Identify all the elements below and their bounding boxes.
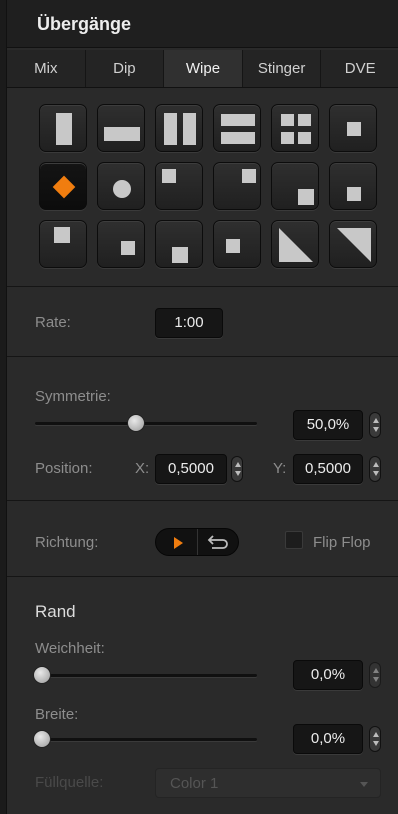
- tab-wipe[interactable]: Wipe: [164, 50, 243, 87]
- fill-source-select[interactable]: Color 1: [155, 768, 381, 798]
- pattern-diagonal-left[interactable]: [271, 220, 319, 268]
- divider: [7, 576, 398, 577]
- symmetry-slider[interactable]: [35, 422, 257, 425]
- position-y-label: Y:: [273, 460, 287, 477]
- diamond-icon: [52, 175, 76, 199]
- border-heading: Rand: [35, 602, 76, 621]
- softness-field[interactable]: 0,0%: [293, 660, 363, 690]
- symmetry-label: Symmetrie:: [35, 388, 111, 405]
- position-label: Position:: [35, 460, 93, 477]
- width-label: Breite:: [35, 706, 79, 723]
- softness-slider[interactable]: [35, 674, 257, 677]
- fill-source-label: Füllquelle:: [35, 774, 104, 791]
- pattern-four-box[interactable]: [271, 104, 319, 152]
- width-slider-knob[interactable]: [33, 730, 51, 748]
- rate-label: Rate:: [35, 314, 71, 331]
- pattern-center-box-low[interactable]: [97, 220, 145, 268]
- play-icon: [174, 537, 183, 549]
- position-y-stepper[interactable]: [369, 456, 381, 482]
- divider: [7, 356, 398, 357]
- direction-toggle[interactable]: [155, 528, 239, 556]
- pattern-center-right-box[interactable]: [213, 220, 261, 268]
- position-x-label: X:: [135, 460, 150, 477]
- pattern-bottom-center-box[interactable]: [155, 220, 203, 268]
- loop-arrow-icon: [207, 535, 228, 549]
- direction-normal-button[interactable]: [156, 529, 198, 555]
- pattern-bottom-right-box[interactable]: [271, 162, 319, 210]
- direction-label: Richtung:: [35, 534, 99, 551]
- pattern-top-right-box[interactable]: [213, 162, 261, 210]
- softness-slider-knob[interactable]: [33, 666, 51, 684]
- tab-dve[interactable]: DVE: [321, 50, 398, 87]
- pattern-center-box[interactable]: [329, 104, 377, 152]
- transition-tabs: Mix Dip Wipe Stinger DVE: [7, 50, 398, 88]
- tab-dip[interactable]: Dip: [86, 50, 165, 87]
- divider: [7, 500, 398, 501]
- softness-stepper[interactable]: [369, 662, 381, 688]
- pattern-left-box-top[interactable]: [39, 220, 87, 268]
- width-stepper[interactable]: [369, 726, 381, 752]
- fill-source-value: Color 1: [170, 775, 219, 792]
- pattern-horizontal-split[interactable]: [213, 104, 261, 152]
- tab-stinger[interactable]: Stinger: [243, 50, 322, 87]
- pattern-vertical-split[interactable]: [155, 104, 203, 152]
- chevron-down-icon: [360, 782, 368, 787]
- diagonal-wipe-icon: [279, 228, 313, 262]
- panel-title: Übergänge: [37, 14, 132, 34]
- pattern-right-box[interactable]: [329, 162, 377, 210]
- width-slider[interactable]: [35, 738, 257, 741]
- divider: [7, 286, 398, 287]
- pattern-circle[interactable]: [97, 162, 145, 210]
- symmetry-stepper[interactable]: [369, 412, 381, 438]
- rate-field[interactable]: 1:00: [155, 308, 223, 338]
- panel-header: Übergänge: [7, 0, 398, 48]
- direction-reverse-button[interactable]: [198, 529, 239, 555]
- diagonal-wipe-icon: [337, 228, 371, 262]
- tab-mix[interactable]: Mix: [7, 50, 86, 87]
- position-y-field[interactable]: 0,5000: [293, 454, 363, 484]
- pattern-top-left-box[interactable]: [155, 162, 203, 210]
- symmetry-field[interactable]: 50,0%: [293, 410, 363, 440]
- flipflop-label: Flip Flop: [313, 534, 371, 551]
- flipflop-checkbox[interactable]: [285, 531, 303, 549]
- pattern-diagonal-right[interactable]: [329, 220, 377, 268]
- pattern-horizontal-bar[interactable]: [97, 104, 145, 152]
- position-x-stepper[interactable]: [231, 456, 243, 482]
- symmetry-slider-knob[interactable]: [127, 414, 145, 432]
- pattern-diamond[interactable]: [39, 162, 87, 210]
- pattern-vertical-bar[interactable]: [39, 104, 87, 152]
- width-field[interactable]: 0,0%: [293, 724, 363, 754]
- softness-label: Weichheit:: [35, 640, 105, 657]
- position-x-field[interactable]: 0,5000: [155, 454, 227, 484]
- transitions-panel: Übergänge Mix Dip Wipe Stinger DVE Rate:…: [6, 0, 398, 814]
